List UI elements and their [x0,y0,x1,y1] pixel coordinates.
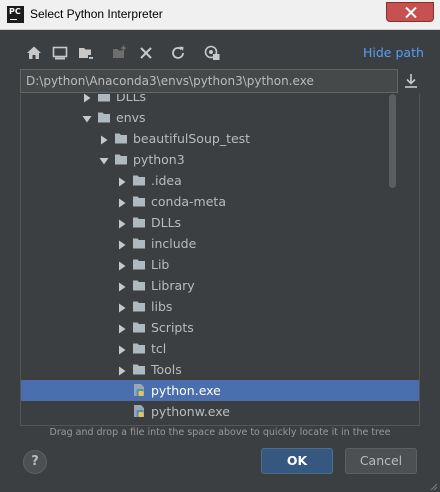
collapsed-arrow-icon[interactable] [117,344,127,355]
new-folder-icon [113,45,126,58]
tree-folder-row[interactable]: beautifulSoup_test [21,128,419,149]
tree-folder-row[interactable]: .idea [21,170,419,191]
tree-scrollbar[interactable] [389,94,396,188]
new-folder-button[interactable] [110,43,130,63]
home-icon [27,46,41,59]
folder-icon [132,236,146,250]
tree-folder-row[interactable]: tcl [21,338,419,359]
tree-file-row[interactable]: pythonw.exe [21,401,419,422]
tree-row-label: python3 [133,152,185,167]
tree-row-label: libs [151,299,173,314]
tree-row-label: beautifulSoup_test [133,131,251,146]
folder-icon [132,215,146,229]
close-icon [405,7,417,18]
tree-folder-row[interactable]: include [21,233,419,254]
refresh-button[interactable] [168,43,188,63]
ok-button[interactable]: OK [261,448,333,474]
tree-folder-row[interactable]: DLLs [21,94,419,107]
tree-row-label: DLLs [151,215,182,230]
folder-icon [132,299,146,313]
collapsed-arrow-icon[interactable] [117,281,127,292]
tree-row-label: .idea [151,173,182,188]
collapsed-arrow-icon[interactable] [117,176,127,187]
desktop-button[interactable] [50,43,70,63]
tree-folder-row[interactable]: python3 [21,149,419,170]
tree-row-label: conda-meta [151,194,226,209]
collapsed-arrow-icon[interactable] [82,94,92,103]
show-hidden-button[interactable] [202,43,222,63]
tree-folder-row[interactable]: conda-meta [21,191,419,212]
tree-row-label: DLLs [116,94,147,104]
folder-icon [114,131,128,145]
folder-icon [132,362,146,376]
resize-grip-icon [430,483,438,491]
collapsed-arrow-icon[interactable] [117,323,127,334]
hide-path-link[interactable]: Hide path [363,45,424,60]
tree-folder-row[interactable]: envs [21,107,419,128]
tree-row-label: python.exe [151,383,221,398]
python-file-icon [132,404,146,418]
tree-row-label: tcl [151,341,167,356]
resize-grip[interactable] [428,480,438,491]
cancel-button[interactable]: Cancel [345,448,417,474]
project-folder-icon [79,48,94,60]
tree-row-label: Library [151,278,195,293]
tree-folder-row[interactable]: Lib [21,254,419,275]
expanded-arrow-icon[interactable] [99,155,109,165]
folder-icon [132,341,146,355]
collapsed-arrow-icon[interactable] [117,239,127,250]
tree-folder-row[interactable]: DLLs [21,212,419,233]
delete-button[interactable] [136,43,156,63]
drag-drop-hint: Drag and drop a file into the space abov… [49,427,391,438]
folder-icon [97,94,111,103]
tree-row-label: pythonw.exe [151,404,230,419]
folder-icon [114,152,128,166]
file-chooser-toolbar: Hide path [20,40,430,66]
home-button[interactable] [24,43,44,63]
pycharm-app-icon: PC [7,6,24,23]
project-folder-button[interactable] [76,43,96,63]
window-title: Select Python Interpreter [30,7,163,21]
collapsed-arrow-icon[interactable] [117,197,127,208]
download-icon [405,74,417,88]
path-input[interactable] [21,70,397,92]
folder-icon [132,320,146,334]
delete-icon [140,47,152,59]
folder-icon [132,257,146,271]
help-button[interactable]: ? [23,450,47,474]
file-tree[interactable]: DLLs envs beautifulSoup_test python3 .idea co… [20,94,420,426]
tree-row-label: Scripts [151,320,194,335]
tree-folder-row[interactable]: libs [21,296,419,317]
show-hidden-icon [204,45,220,60]
tree-file-row[interactable]: python.exe [21,380,419,401]
python-file-icon [132,383,146,397]
desktop-icon [52,46,68,60]
folder-icon [132,278,146,292]
expanded-arrow-icon[interactable] [82,113,92,123]
collapsed-arrow-icon[interactable] [117,302,127,313]
tree-row-label: Tools [151,362,182,377]
tree-row-label: include [151,236,197,251]
collapsed-arrow-icon[interactable] [99,134,109,145]
tree-row-label: Lib [151,257,170,272]
folder-icon [132,173,146,187]
collapsed-arrow-icon[interactable] [117,260,127,271]
folder-icon [97,110,111,124]
tree-folder-row[interactable]: Library [21,275,419,296]
collapsed-arrow-icon[interactable] [117,365,127,376]
close-button[interactable] [386,2,434,22]
tree-folder-row[interactable]: Tools [21,359,419,380]
refresh-icon [172,46,184,59]
collapsed-arrow-icon[interactable] [117,218,127,229]
title-bar: PC Select Python Interpreter [0,0,440,30]
path-download-button[interactable] [402,72,420,90]
folder-icon [132,194,146,208]
tree-folder-row[interactable]: Scripts [21,317,419,338]
path-field[interactable] [20,69,398,93]
tree-row-label: envs [116,110,146,125]
